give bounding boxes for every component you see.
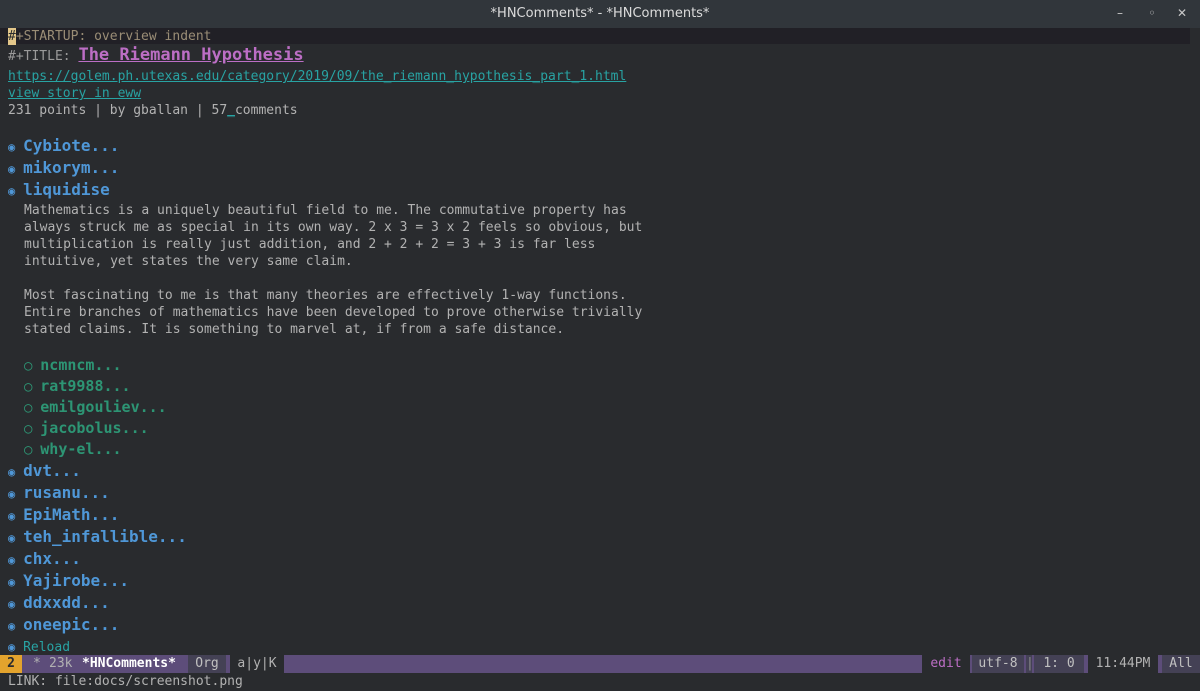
bullet-icon: ◉ (8, 184, 16, 198)
comments-link[interactable]: _ (227, 103, 235, 118)
window-number[interactable]: 2 (0, 655, 22, 673)
reply-author[interactable]: emilgouliev... (40, 398, 166, 416)
bullet-icon: ◉ (8, 575, 16, 589)
comment-body-line: Most fascinating to me is that many theo… (24, 288, 627, 303)
comment-heading[interactable]: ◉ dvt... (8, 462, 81, 481)
reply-bullet-icon: ○ (24, 442, 33, 458)
comment-author[interactable]: Cybiote... (23, 136, 119, 155)
comment-author[interactable]: chx... (23, 549, 81, 568)
bullet-icon: ◉ (8, 162, 16, 176)
comment-body-line: stated claims. It is something to marvel… (24, 322, 565, 337)
bullet-icon: ◉ (8, 597, 16, 611)
comment-body-line: Mathematics is a uniquely beautiful fiel… (24, 203, 627, 218)
stats-suffix: comments (234, 103, 298, 118)
comment-heading[interactable]: ◉ EpiMath... (8, 506, 119, 525)
bullet-icon: ◉ (8, 640, 16, 654)
comment-body-line: always struck me as special in its own w… (24, 220, 643, 235)
major-mode[interactable]: Org (188, 655, 226, 673)
clock: 11:44PM (1088, 655, 1158, 673)
comment-heading[interactable]: ◉ Cybiote... (8, 137, 119, 156)
modified-marker: * (33, 656, 41, 671)
buffer-name[interactable]: *HNComments* (82, 655, 176, 673)
comment-author[interactable]: teh_infallible... (23, 527, 187, 546)
comment-author[interactable]: ddxxdd... (23, 593, 110, 612)
reply-author[interactable]: ncmncm... (40, 356, 121, 374)
reply-heading[interactable]: ○ rat9988... (24, 378, 131, 396)
reload-button[interactable]: Reload (23, 640, 70, 655)
text-cursor: # (8, 28, 16, 45)
comment-heading[interactable]: ◉ mikorym... (8, 159, 119, 178)
comment-heading[interactable]: ◉ oneepic... (8, 616, 119, 635)
bullet-icon: ◉ (8, 465, 16, 479)
reply-bullet-icon: ○ (24, 379, 33, 395)
window-titlebar: *HNComments* - *HNComments* – ◦ ✕ (0, 0, 1200, 28)
title-line: #+TITLE: The Riemann Hypothesis (8, 47, 304, 65)
comment-heading[interactable]: ◉ ddxxdd... (8, 594, 110, 613)
comment-author[interactable]: oneepic... (23, 615, 119, 634)
reply-author[interactable]: rat9988... (40, 377, 130, 395)
restore-icon[interactable]: ◦ (1142, 3, 1162, 23)
comment-body-line: multiplication is really just addition, … (24, 237, 596, 252)
comment-heading[interactable]: ◉ rusanu... (8, 484, 110, 503)
eww-line: view story in eww (8, 85, 141, 102)
reply-heading[interactable]: ○ why-el... (24, 441, 122, 459)
bullet-icon: ◉ (8, 531, 16, 545)
comment-body-line: intuitive, yet states the very same clai… (24, 254, 353, 269)
comment-heading[interactable]: ◉ teh_infallible... (8, 528, 187, 547)
reply-bullet-icon: ○ (24, 400, 33, 416)
comment-heading[interactable]: ◉ liquidise (8, 181, 110, 200)
bullet-icon: ◉ (8, 140, 16, 154)
title-keyword: #+TITLE: (8, 49, 79, 64)
editor-buffer[interactable]: #+STARTUP: overview indent #+TITLE: The … (0, 28, 1200, 655)
reply-heading[interactable]: ○ jacobolus... (24, 420, 149, 438)
reply-bullet-icon: ○ (24, 358, 33, 374)
scroll-position: All (1162, 655, 1200, 673)
bullet-icon: ◉ (8, 487, 16, 501)
close-icon[interactable]: ✕ (1172, 3, 1192, 23)
comment-author[interactable]: dvt... (23, 461, 81, 480)
reply-bullet-icon: ○ (24, 421, 33, 437)
comment-heading[interactable]: ◉ chx... (8, 550, 81, 569)
reply-author[interactable]: why-el... (40, 440, 121, 458)
story-stats: 231 points | by gballan | 57_comments (8, 102, 298, 119)
reload-heading[interactable]: ◉ Reload (8, 639, 70, 655)
story-title: The Riemann Hypothesis (78, 45, 304, 65)
bullet-icon: ◉ (8, 509, 16, 523)
reply-author[interactable]: jacobolus... (40, 419, 148, 437)
evil-state: edit (922, 655, 970, 673)
startup-line: #+STARTUP: overview indent (8, 28, 212, 45)
echo-area: LINK: file:docs/screenshot.png (0, 673, 1200, 691)
bullet-icon: ◉ (8, 553, 16, 567)
reply-heading[interactable]: ○ emilgouliev... (24, 399, 167, 417)
comment-heading[interactable]: ◉ Yajirobe... (8, 572, 129, 591)
comment-author[interactable]: EpiMath... (23, 505, 119, 524)
bullet-icon: ◉ (8, 619, 16, 633)
startup-keyword: +STARTUP: overview indent (15, 29, 212, 44)
buffer-size: 23k (49, 656, 73, 671)
comment-author[interactable]: rusanu... (23, 483, 110, 502)
encoding[interactable]: utf-8 (972, 655, 1024, 673)
comment-author[interactable]: liquidise (23, 180, 110, 199)
minor-modes[interactable]: a|y|K (230, 655, 284, 673)
view-in-eww-link[interactable]: view story in eww (8, 86, 141, 101)
story-url-link[interactable]: https://golem.ph.utexas.edu/category/201… (8, 69, 626, 84)
separator: | (1026, 655, 1034, 673)
comment-author[interactable]: Yajirobe... (23, 571, 129, 590)
cursor-position: 1: 0 (1034, 655, 1084, 673)
reply-heading[interactable]: ○ ncmncm... (24, 357, 122, 375)
minimize-icon[interactable]: – (1110, 3, 1130, 23)
stats-prefix: 231 points | by gballan | 57 (8, 103, 228, 118)
modeline: 2 * 23k *HNComments* Org a|y|K edit utf-… (0, 655, 1200, 673)
comment-author[interactable]: mikorym... (23, 158, 119, 177)
window-title: *HNComments* - *HNComments* (490, 6, 710, 21)
comment-body-line: Entire branches of mathematics have been… (24, 305, 643, 320)
story-url-line: https://golem.ph.utexas.edu/category/201… (8, 68, 626, 85)
